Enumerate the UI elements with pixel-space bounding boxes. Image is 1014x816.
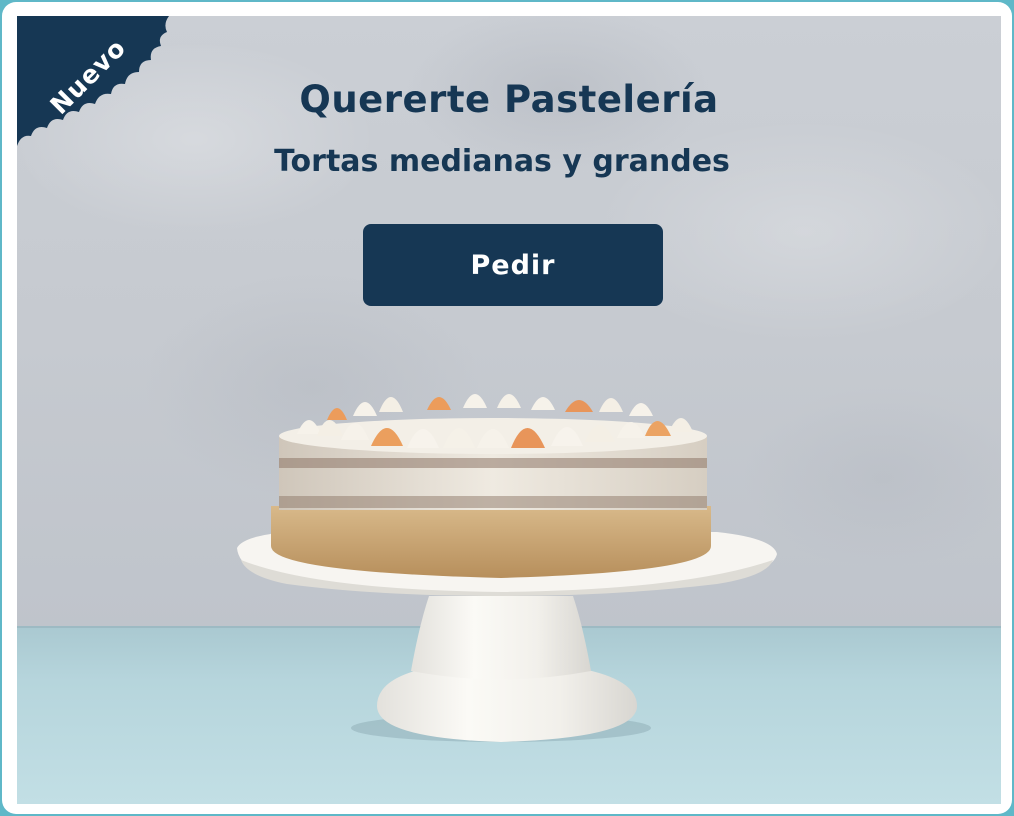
- promo-card[interactable]: Nuevo Quererte Pastelería Tortas mediana…: [2, 2, 1012, 814]
- page-subtitle: Tortas medianas y grandes: [274, 144, 730, 179]
- order-button[interactable]: Pedir: [363, 224, 663, 306]
- page-title: Quererte Pastelería: [299, 78, 719, 121]
